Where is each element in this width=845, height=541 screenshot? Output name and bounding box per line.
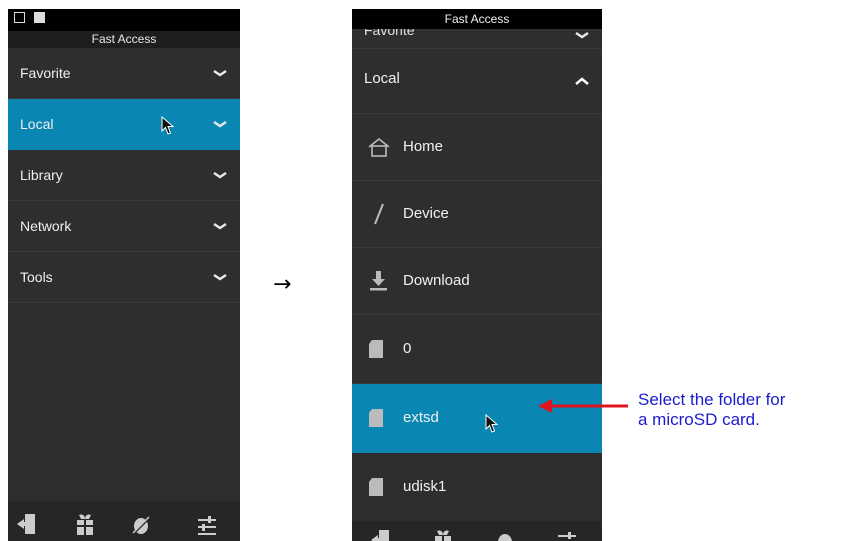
list-item-home[interactable]: Home [352, 114, 602, 181]
exit-icon[interactable] [16, 511, 38, 537]
chevron-down-icon [575, 31, 589, 39]
chevron-down-icon [213, 171, 227, 179]
no-root-icon[interactable] [130, 511, 152, 537]
image-icon [14, 12, 25, 23]
menu-item-local[interactable]: Local [8, 99, 240, 150]
chevron-down-icon [213, 273, 227, 281]
section-label: Local [364, 70, 400, 87]
menu-item-favorite[interactable]: Favorite [352, 22, 602, 49]
list-item-download[interactable]: Download [352, 248, 602, 315]
fast-access-title: Fast Access [352, 9, 602, 29]
sd-card-icon [369, 409, 383, 427]
gift-icon[interactable] [74, 511, 96, 537]
bottom-toolbar [352, 521, 602, 541]
menu-item-label: Favorite [20, 65, 71, 81]
menu-item-label: Tools [20, 269, 53, 285]
slash-icon [374, 203, 384, 225]
right-phone-screen: Fast Access Favorite Local Home Device D… [352, 9, 602, 541]
chevron-down-icon [213, 222, 227, 230]
chevron-down-icon [213, 69, 227, 77]
list-item-extsd[interactable]: extsd [352, 384, 602, 453]
list-item-label: Device [403, 205, 449, 222]
list-item-label: extsd [403, 409, 439, 426]
gift-icon[interactable] [432, 527, 454, 541]
mouse-cursor-icon [485, 414, 499, 433]
settings-sliders-icon[interactable] [196, 511, 218, 537]
list-item-udisk1[interactable]: udisk1 [352, 453, 602, 522]
download-icon [370, 271, 387, 291]
list-item-0[interactable]: 0 [352, 315, 602, 384]
annotation-line-1: Select the folder for [638, 390, 786, 409]
transition-arrow: → [273, 272, 292, 297]
chevron-down-icon [213, 120, 227, 128]
mouse-cursor-icon [161, 116, 175, 135]
list-item-label: udisk1 [403, 478, 447, 495]
exit-icon[interactable] [370, 527, 392, 541]
left-phone-screen: Fast Access Favorite Local Library Netwo… [8, 9, 240, 541]
list-item-label: Download [403, 272, 470, 289]
list-item-device[interactable]: Device [352, 181, 602, 248]
no-root-icon[interactable] [494, 527, 516, 541]
menu-item-tools[interactable]: Tools [8, 252, 240, 303]
a-box-icon [34, 12, 45, 23]
menu-item-library[interactable]: Library [8, 150, 240, 201]
sd-card-icon [369, 340, 383, 358]
status-bar [8, 9, 240, 31]
section-local[interactable]: Local [352, 49, 602, 114]
annotation-line-2: a microSD card. [638, 410, 760, 429]
menu-item-label: Library [20, 167, 63, 183]
list-item-label: 0 [403, 340, 412, 357]
settings-sliders-icon[interactable] [556, 527, 578, 541]
menu-item-label: Local [20, 116, 54, 132]
list-item-label: Home [403, 138, 444, 155]
menu-item-label: Network [20, 218, 72, 234]
bottom-toolbar [8, 501, 240, 541]
chevron-up-icon [575, 77, 589, 85]
fast-access-title: Fast Access [8, 31, 240, 48]
home-icon [368, 137, 390, 157]
menu-item-network[interactable]: Network [8, 201, 240, 252]
annotation-callout: Select the folder for a microSD card. [638, 390, 845, 430]
red-pointer-arrow [538, 399, 628, 413]
sd-card-icon [369, 478, 383, 496]
menu-item-favorite[interactable]: Favorite [8, 48, 240, 99]
